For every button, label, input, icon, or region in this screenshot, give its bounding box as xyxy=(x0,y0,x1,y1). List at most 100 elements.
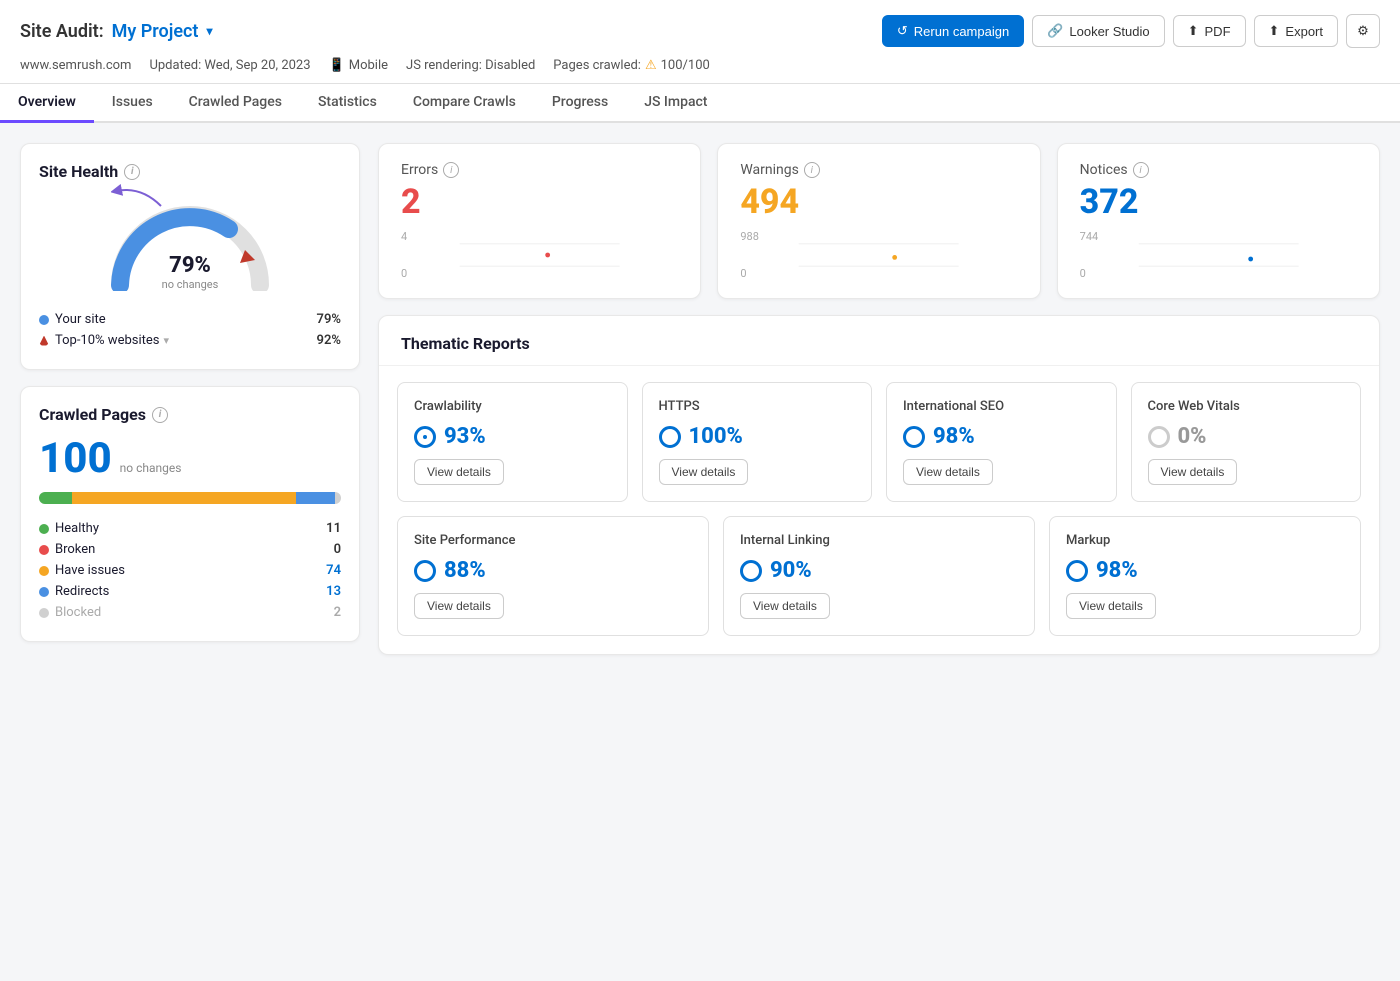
thematic-site-performance: Site Performance 88% View details xyxy=(397,516,709,636)
gauge-wrap: 79% no changes xyxy=(100,195,280,291)
crawled-pages-info-icon[interactable]: i xyxy=(152,407,168,423)
internal-linking-pct: 90% xyxy=(770,558,812,583)
looker-studio-button[interactable]: 🔗 Looker Studio xyxy=(1032,15,1164,47)
rerun-campaign-button[interactable]: ↺ Rerun campaign xyxy=(882,15,1024,47)
crawled-count-row: 100 no changes xyxy=(39,438,341,480)
warnings-sparkline xyxy=(740,243,1017,267)
tab-issues[interactable]: Issues xyxy=(94,84,171,123)
blocked-legend: Blocked 2 xyxy=(39,602,341,623)
gauge-label: 79% no changes xyxy=(162,253,219,291)
crawled-pages-card: Crawled Pages i 100 no changes Healthy xyxy=(20,386,360,642)
header-top: Site Audit: My Project ▾ ↺ Rerun campaig… xyxy=(20,14,1380,48)
thematic-inner: Crawlability 93% View details HTTPS xyxy=(379,366,1379,654)
thematic-internal-linking: Internal Linking 90% View details xyxy=(723,516,1035,636)
project-chevron-icon[interactable]: ▾ xyxy=(206,24,212,38)
crawlability-circle-icon xyxy=(414,426,436,448)
stats-row: Errors i 2 4 0 Warnings xyxy=(378,143,1380,299)
project-name[interactable]: My Project xyxy=(112,21,199,42)
warnings-chart: 988 0 xyxy=(740,230,1017,280)
redirects-value: 13 xyxy=(326,584,341,599)
sidebar: Site Health i xyxy=(20,143,360,655)
domain: www.semrush.com xyxy=(20,58,131,73)
warnings-zero-label: 0 xyxy=(740,267,1017,280)
international-seo-pct-row: 98% xyxy=(903,424,1100,449)
warnings-info-icon[interactable]: i xyxy=(804,162,820,178)
your-site-legend: Your site 79% xyxy=(39,309,341,330)
errors-card: Errors i 2 4 0 xyxy=(378,143,701,299)
markup-label: Markup xyxy=(1066,533,1344,548)
crawlability-pct: 93% xyxy=(444,424,486,449)
export-icon: ⬆ xyxy=(1269,23,1280,39)
core-web-vitals-pct-row: 0% xyxy=(1148,424,1345,449)
internal-linking-view-details-button[interactable]: View details xyxy=(740,593,830,619)
healthy-value: 11 xyxy=(326,521,341,536)
healthy-dot xyxy=(39,524,49,534)
errors-label: Errors i xyxy=(401,162,678,178)
site-performance-view-details-button[interactable]: View details xyxy=(414,593,504,619)
top10-value: 92% xyxy=(317,333,341,348)
pages-crawled: Pages crawled: ⚠ 100/100 xyxy=(553,58,710,73)
gauge-percentage: 79% xyxy=(162,253,219,278)
thematic-international-seo: International SEO 98% View details xyxy=(886,382,1117,502)
pdf-button[interactable]: ⬆ PDF xyxy=(1173,15,1246,47)
header: Site Audit: My Project ▾ ↺ Rerun campaig… xyxy=(0,0,1400,84)
crawlability-view-details-button[interactable]: View details xyxy=(414,459,504,485)
markup-pct: 98% xyxy=(1096,558,1138,583)
tab-statistics[interactable]: Statistics xyxy=(300,84,395,123)
header-title: Site Audit: My Project ▾ xyxy=(20,21,212,42)
gear-icon: ⚙ xyxy=(1357,23,1369,39)
broken-value: 0 xyxy=(334,542,341,557)
markup-view-details-button[interactable]: View details xyxy=(1066,593,1156,619)
markup-circle-icon xyxy=(1066,560,1088,582)
settings-button[interactable]: ⚙ xyxy=(1346,14,1380,48)
https-pct: 100% xyxy=(689,424,743,449)
notices-max-label: 744 xyxy=(1080,230,1357,243)
have-issues-legend: Have issues 74 xyxy=(39,560,341,581)
notices-info-icon[interactable]: i xyxy=(1133,162,1149,178)
notices-sparkline xyxy=(1080,243,1357,267)
thematic-row1: Crawlability 93% View details HTTPS xyxy=(397,382,1361,502)
tab-js-impact[interactable]: JS Impact xyxy=(626,84,725,123)
redirects-legend: Redirects 13 xyxy=(39,581,341,602)
broken-dot xyxy=(39,545,49,555)
notices-chart: 744 0 xyxy=(1080,230,1357,280)
core-web-vitals-view-details-button[interactable]: View details xyxy=(1148,459,1238,485)
international-seo-view-details-button[interactable]: View details xyxy=(903,459,993,485)
export-button[interactable]: ⬆ Export xyxy=(1254,15,1338,47)
top10-legend[interactable]: Top-10% websites ▾ 92% xyxy=(39,330,341,351)
tab-crawled-pages[interactable]: Crawled Pages xyxy=(171,84,300,123)
site-health-title: Site Health i xyxy=(39,162,341,181)
notices-zero-label: 0 xyxy=(1080,267,1357,280)
thematic-row2: Site Performance 88% View details Intern… xyxy=(397,516,1361,636)
have-issues-dot xyxy=(39,566,49,576)
errors-info-icon[interactable]: i xyxy=(443,162,459,178)
thematic-https: HTTPS 100% View details xyxy=(642,382,873,502)
thematic-markup: Markup 98% View details xyxy=(1049,516,1361,636)
thematic-core-web-vitals: Core Web Vitals 0% View details xyxy=(1131,382,1362,502)
your-site-value: 79% xyxy=(317,312,341,327)
looker-icon: 🔗 xyxy=(1047,23,1063,39)
https-view-details-button[interactable]: View details xyxy=(659,459,749,485)
blocked-value: 2 xyxy=(334,605,341,620)
tab-compare-crawls[interactable]: Compare Crawls xyxy=(395,84,534,123)
site-performance-pct: 88% xyxy=(444,558,486,583)
core-web-vitals-circle-icon xyxy=(1148,426,1170,448)
errors-value: 2 xyxy=(401,182,678,222)
tab-progress[interactable]: Progress xyxy=(534,84,626,123)
crawled-count: 100 xyxy=(39,438,112,480)
crawled-pages-title: Crawled Pages i xyxy=(39,405,341,424)
rerun-icon: ↺ xyxy=(897,23,908,39)
tab-overview[interactable]: Overview xyxy=(0,84,94,123)
have-issues-value: 74 xyxy=(326,563,341,578)
redirects-dot xyxy=(39,587,49,597)
international-seo-label: International SEO xyxy=(903,399,1100,414)
warning-icon: ⚠ xyxy=(645,58,657,73)
internal-linking-label: Internal Linking xyxy=(740,533,1018,548)
js-rendering: JS rendering: Disabled xyxy=(406,58,535,73)
top10-dot xyxy=(39,336,49,346)
site-health-info-icon[interactable]: i xyxy=(124,164,140,180)
updated-date: Updated: Wed, Sep 20, 2023 xyxy=(149,58,310,73)
progress-blocked xyxy=(335,492,341,504)
crawled-progress-bar xyxy=(39,492,341,504)
crawlability-pct-row: 93% xyxy=(414,424,611,449)
